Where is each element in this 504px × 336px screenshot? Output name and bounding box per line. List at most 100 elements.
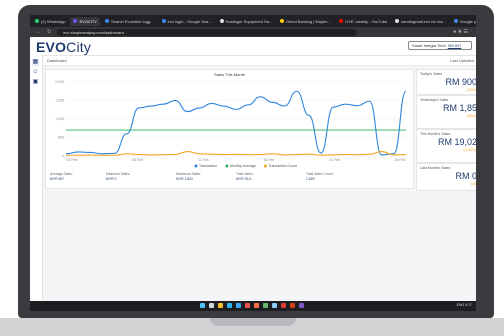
evocity-logo[interactable]: EVOCity	[36, 39, 91, 55]
acrobat-icon[interactable]	[281, 303, 286, 308]
tab-favicon-icon	[105, 19, 110, 23]
browser-tab[interactable]: (2) WhatsApp	[32, 17, 68, 26]
file-explorer-icon[interactable]	[218, 303, 223, 308]
tab-favicon-icon	[219, 19, 224, 23]
store-icon[interactable]	[236, 303, 241, 308]
browser-tab[interactable]: sendingmail.evo for ma...	[392, 17, 449, 26]
legend-marker	[263, 164, 267, 168]
x-tick-label: 01 Feb	[67, 158, 78, 162]
store-selector[interactable]: Smart Integra Tech SM INT	[408, 41, 472, 50]
card-amount: RM 900	[445, 77, 476, 87]
y-tick-label: 500	[58, 136, 64, 140]
app2-icon[interactable]	[299, 303, 304, 308]
x-tick-label: 06 Feb	[132, 158, 143, 162]
browser-tab-bar: (2) WhatsApp EVOCITY Search Evolution togg…	[30, 15, 476, 27]
stat-value: 2,823	[306, 177, 315, 181]
dashboard-icon[interactable]: ▦	[32, 59, 39, 66]
back-icon[interactable]: ←	[36, 29, 41, 35]
url-input[interactable]: evo.simpleandpay.com/dashboard	[57, 28, 358, 36]
user-icon[interactable]: ☺	[32, 69, 39, 76]
tab-label: Direct Banking | Maybn...	[286, 18, 331, 24]
tab-label: Hostinger Equipment Sa...	[225, 18, 273, 24]
tab-favicon-icon	[161, 19, 166, 23]
stat-value: MYR 19,0...	[236, 177, 254, 181]
powerpoint-icon[interactable]	[290, 303, 295, 308]
stat-label: Average Sales:	[50, 172, 73, 176]
app-icon[interactable]	[263, 303, 268, 308]
browser-tab[interactable]: Direct Banking | Maybn...	[277, 17, 334, 26]
legend-label: Transaction Count	[268, 164, 296, 168]
stat-item: Total Sales Count: 2,823	[306, 172, 334, 181]
y-tick-label: 0	[62, 154, 64, 158]
tab-label: (2) WhatsApp	[41, 18, 66, 24]
settings-icon[interactable]	[272, 303, 277, 308]
card-label: This Month's Sales	[420, 132, 451, 136]
sales-line-chart: 2,000 1,500 1,000 500 001 Feb 06 Feb 11 Feb 16 …	[55, 80, 407, 168]
chrome-icon[interactable]	[245, 303, 250, 308]
legend-label: Transaction	[199, 164, 217, 168]
sales-card: Yesterday's Sales RM 1,85 (250)	[416, 95, 476, 129]
x-tick-label: 16 Feb	[263, 158, 274, 162]
card-count: (0)	[471, 181, 476, 186]
sidebar: ▦ ☺ ▣	[30, 55, 43, 301]
tab-favicon-icon	[395, 19, 400, 23]
card-label: Last Month's Sales	[420, 166, 451, 170]
laptop-notch	[210, 318, 296, 326]
folder-icon[interactable]: ▣	[32, 79, 39, 86]
legend-marker	[194, 164, 198, 168]
screen: (2) WhatsApp EVOCITY Search Evolution togg…	[30, 15, 476, 311]
browser-tab[interactable]: evo login - Google Sea...	[159, 17, 215, 26]
stat-label: Total Sales:	[236, 172, 254, 176]
stat-value: MYR 0	[106, 177, 117, 181]
tab-label: EVOCITY	[79, 18, 98, 24]
browser-tab[interactable]: Search Evolution togg...	[102, 17, 156, 26]
card-label: Yesterday's Sales	[420, 98, 449, 102]
x-tick-label: 26 Feb	[395, 158, 406, 162]
firefox-icon[interactable]	[254, 303, 259, 308]
extensions-icon[interactable]: ● ★ ☰	[453, 29, 468, 35]
browser-tab[interactable]: Google play store evo l...	[451, 17, 476, 26]
store-link[interactable]: SM INT	[448, 43, 462, 48]
tab-label: evo login - Google Sea...	[167, 18, 212, 24]
edge-icon[interactable]	[227, 303, 232, 308]
card-label: Today's Sales	[420, 72, 443, 76]
windows-taskbar: ENG 5:17	[30, 301, 476, 311]
system-tray[interactable]: ENG 5:17	[457, 303, 472, 307]
legend-label: Monthly Average	[230, 164, 256, 168]
address-bar: ← ↻ evo.simpleandpay.com/dashboard ● ★ ☰	[30, 27, 476, 37]
sales-stats: Average Sales: MYR 657 Minimum Sales: MYR 0…	[50, 172, 410, 184]
stat-item: Average Sales: MYR 657	[50, 172, 73, 181]
stat-item: Total Sales: MYR 19,0...	[236, 172, 254, 181]
series-line	[65, 90, 407, 156]
stat-value: MYR 1,802	[176, 177, 193, 181]
tab-label: Search Evolution togg...	[111, 18, 154, 24]
search-icon[interactable]	[209, 303, 214, 308]
card-count: (2,823)	[463, 147, 476, 152]
x-tick-label: 21 Feb	[329, 158, 340, 162]
sales-card: This Month's Sales RM 19,02 (2,823)	[416, 129, 476, 163]
stat-label: Total Sales Count:	[306, 172, 334, 176]
tab-label: LIVE: weekly - YouTube	[344, 18, 388, 24]
browser-tab[interactable]: Hostinger Equipment Sa...	[217, 17, 276, 26]
stat-value: MYR 657	[50, 177, 65, 181]
y-tick-label: 2,000	[55, 80, 64, 84]
legend-marker	[225, 164, 229, 168]
url-text: evo.simpleandpay.com/dashboard	[63, 29, 124, 35]
stat-label: Maximum Sales:	[176, 172, 202, 176]
tab-favicon-icon	[73, 19, 78, 23]
y-tick-label: 1,500	[55, 99, 64, 103]
sales-card: Last Month's Sales RM 0 (0)	[416, 163, 476, 191]
reload-icon[interactable]: ↻	[47, 29, 51, 35]
browser-tab[interactable]: LIVE: weekly - YouTube	[336, 17, 390, 26]
browser-tab[interactable]: EVOCITY	[70, 16, 101, 26]
windows-icon[interactable]	[200, 303, 205, 308]
app-header: EVOCity Smart Integra Tech SM INT	[30, 37, 476, 56]
stat-item: Minimum Sales: MYR 0	[106, 172, 130, 181]
sales-card: Today's Sales RM 900 (102)	[416, 69, 476, 95]
stat-item: Maximum Sales: MYR 1,802	[176, 172, 201, 181]
stat-label: Minimum Sales:	[106, 172, 131, 176]
last-update-label: Last Updated	[450, 58, 474, 63]
x-tick-label: 11 Feb	[198, 158, 209, 162]
tab-label: Google play store evo l...	[459, 18, 476, 24]
tab-favicon-icon	[338, 19, 343, 23]
